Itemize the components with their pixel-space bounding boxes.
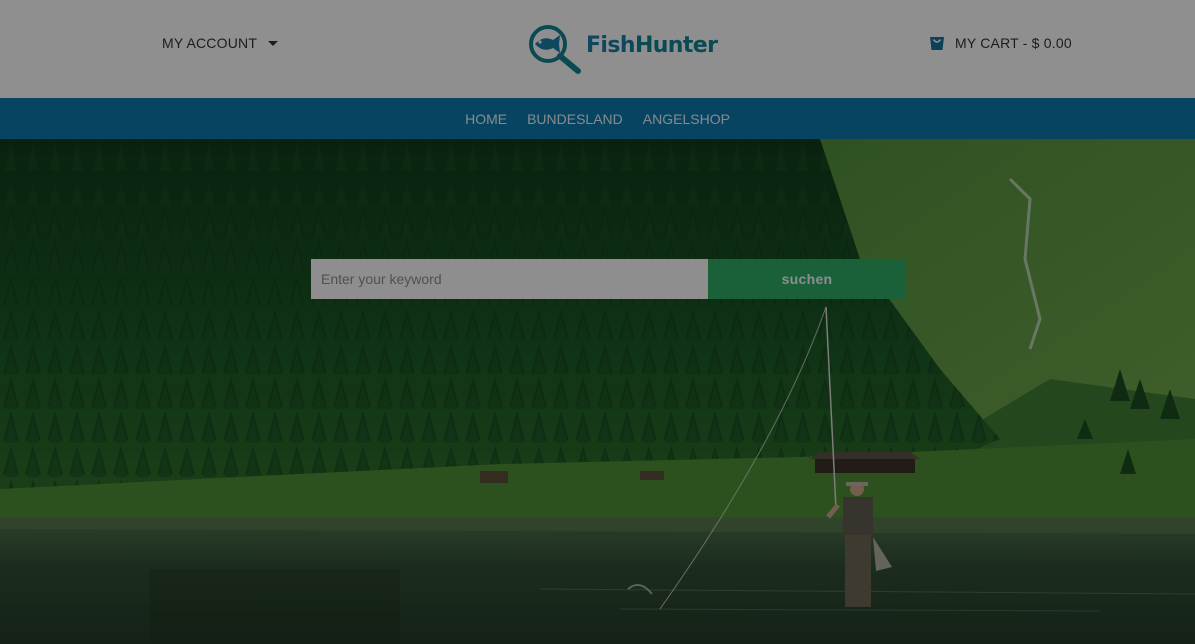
modal-backdrop-overlay[interactable] bbox=[0, 0, 1195, 644]
